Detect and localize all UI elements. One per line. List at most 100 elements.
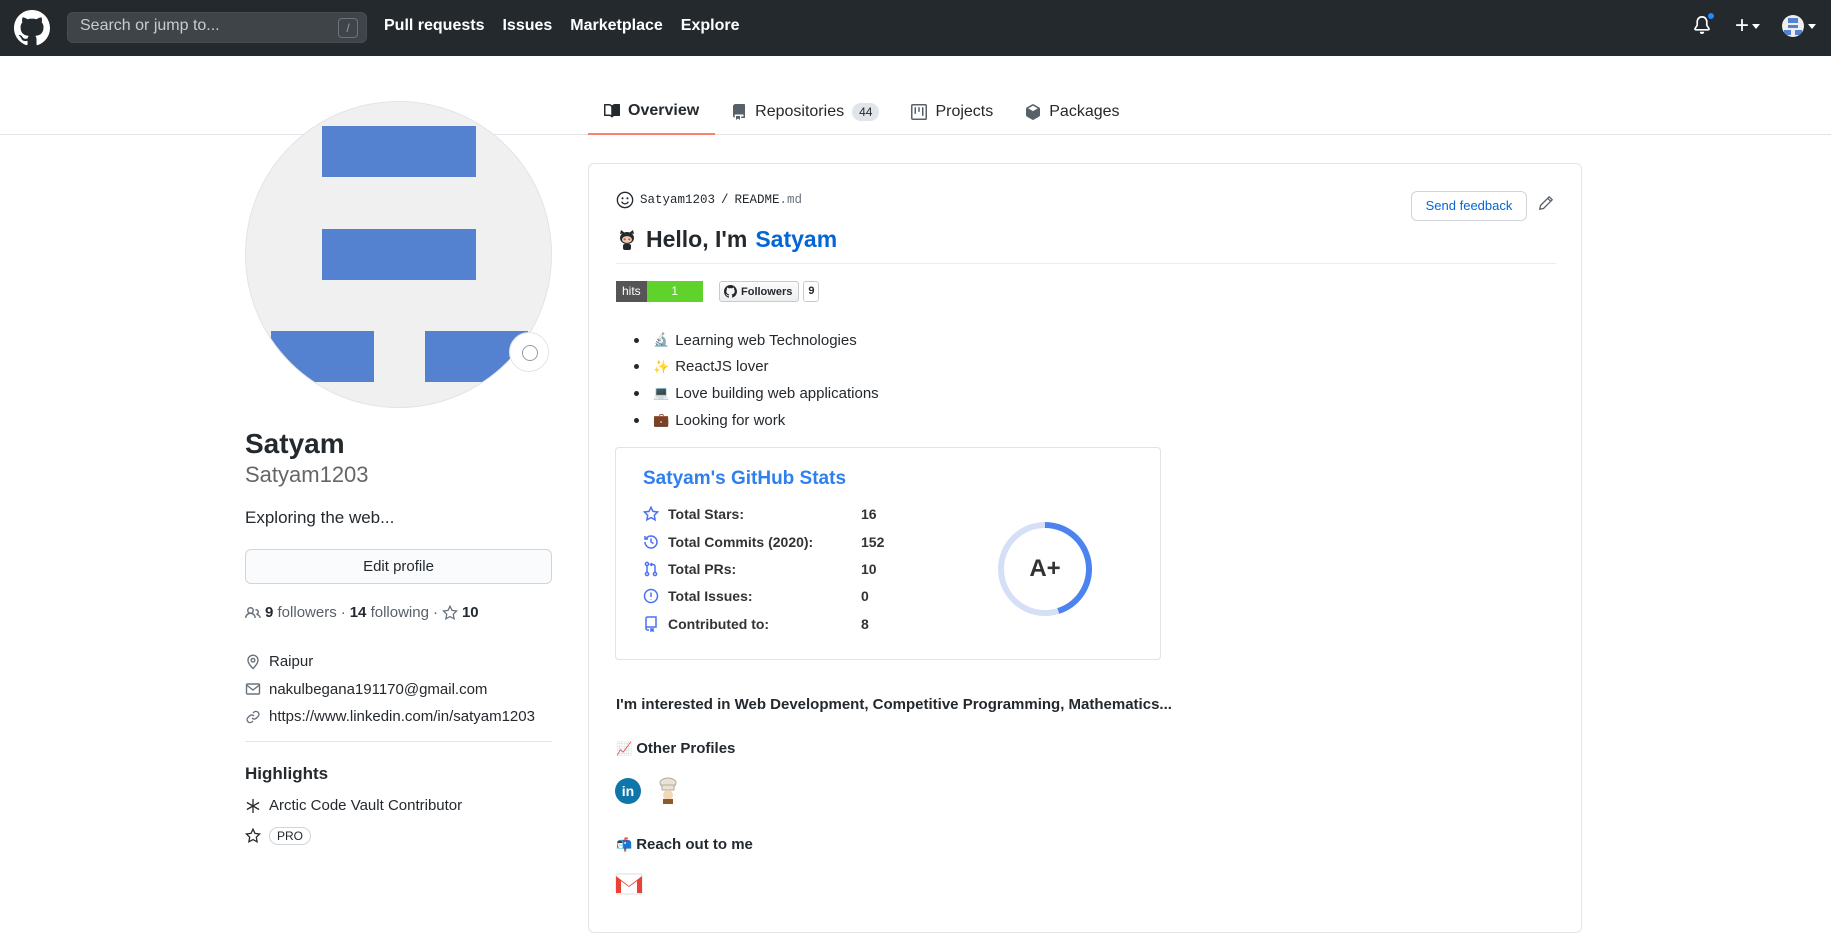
profile-tabs: Overview Repositories 44 Projects Packag…	[588, 88, 1136, 135]
search-placeholder: Search or jump to...	[80, 17, 220, 34]
search-shortcut-key: /	[338, 18, 358, 38]
highlight-pro[interactable]: PRO	[245, 827, 312, 845]
tab-overview[interactable]: Overview	[588, 88, 716, 135]
stat-value: 10	[861, 561, 877, 577]
readme-path-file[interactable]: README.md	[735, 193, 803, 207]
hits-badge[interactable]: hits 1	[616, 281, 703, 302]
reach-out-heading: 📬 Reach out to me	[616, 836, 753, 853]
separator-dot: ·	[432, 604, 438, 621]
github-logo-icon[interactable]	[14, 10, 50, 46]
list-item-text: Looking for work	[675, 411, 786, 429]
stat-value: 8	[861, 616, 869, 632]
other-profiles-label: Other Profiles	[636, 740, 736, 757]
top-nav-bar: Search or jump to... / Pull requests Iss…	[0, 0, 1831, 56]
website-link[interactable]: https://www.linkedin.com/in/satyam1203	[269, 708, 535, 725]
separator-dot: ·	[340, 604, 346, 621]
avatar-block	[271, 331, 374, 382]
hits-badge-label: hits	[616, 281, 647, 302]
notifications-bell-icon[interactable]	[1693, 11, 1716, 37]
list-item: 💼 Looking for work	[634, 407, 879, 434]
readme-path-separator: /	[721, 193, 729, 207]
avatar	[1782, 15, 1804, 37]
stat-value: 16	[861, 506, 877, 522]
pro-badge: PRO	[269, 827, 312, 845]
list-item: 💻 Love building web applications	[634, 380, 879, 407]
email-row: nakulbegana191170@gmail.com	[245, 676, 535, 704]
profile-full-name: Satyam	[245, 428, 345, 459]
github-logo-icon	[724, 285, 737, 298]
heading-name-link[interactable]: Satyam	[755, 226, 837, 253]
list-item-text: Love building web applications	[675, 384, 879, 402]
stat-label: Total Issues:	[668, 588, 753, 604]
sidebar-divider	[245, 741, 552, 742]
stats-card-title: Satyam's GitHub Stats	[643, 468, 847, 489]
project-icon	[911, 103, 928, 120]
email-link[interactable]: nakulbegana191170@gmail.com	[269, 681, 487, 698]
user-menu-dropdown[interactable]	[1782, 15, 1816, 37]
nav-marketplace[interactable]: Marketplace	[570, 17, 663, 35]
followers-badge-count: 9	[803, 281, 820, 302]
mailbox-icon: 📬	[616, 836, 633, 852]
tab-repositories[interactable]: Repositories 44	[715, 88, 895, 135]
stars-link[interactable]: 10	[441, 604, 479, 621]
octocat-icon	[620, 229, 634, 250]
list-item: ✨ ReactJS lover	[634, 354, 879, 381]
edit-profile-button[interactable]: Edit profile	[245, 549, 552, 584]
people-icon	[245, 606, 261, 618]
highlight-arctic-vault[interactable]: Arctic Code Vault Contributor	[245, 797, 462, 814]
microscope-icon: 🔬	[653, 332, 670, 348]
nav-explore[interactable]: Explore	[681, 17, 740, 35]
follow-stats: 9 followers · 14 following · 10	[245, 604, 479, 621]
nav-issues[interactable]: Issues	[502, 17, 552, 35]
plus-icon: +	[1734, 12, 1749, 39]
tab-repositories-label: Repositories	[755, 102, 845, 120]
laptop-icon: 💻	[653, 385, 670, 401]
followers-count: 9	[265, 604, 274, 621]
star-icon	[245, 828, 261, 844]
history-icon	[644, 535, 658, 549]
followers-link[interactable]: 9 followers	[265, 604, 337, 621]
set-status-button[interactable]	[509, 332, 549, 372]
tab-projects[interactable]: Projects	[895, 88, 1009, 135]
codechef-icon[interactable]	[656, 776, 680, 804]
profile-details: Raipur nakulbegana191170@gmail.com https…	[245, 648, 535, 731]
create-new-dropdown[interactable]: +	[1735, 14, 1760, 38]
star-icon	[643, 506, 659, 522]
highlight-arctic-label: Arctic Code Vault Contributor	[269, 797, 463, 814]
stat-label: Total Stars:	[668, 506, 744, 522]
interests-text: I'm interested in Web Development, Compe…	[616, 696, 1172, 713]
link-icon	[246, 710, 260, 724]
followers-badge-label: Followers	[741, 285, 793, 298]
profile-bio: Exploring the web...	[245, 508, 395, 527]
chevron-down-icon	[1752, 23, 1760, 29]
stat-value: 152	[861, 534, 885, 550]
highlights-heading: Highlights	[245, 764, 329, 783]
avatar-block	[322, 229, 476, 280]
pencil-icon[interactable]	[1538, 195, 1554, 211]
book-icon	[604, 103, 620, 117]
repo-icon	[645, 616, 657, 632]
linkedin-icon[interactable]: in	[615, 778, 641, 804]
followers-badge[interactable]: Followers 9	[719, 281, 820, 302]
list-item-text: Learning web Technologies	[675, 331, 857, 349]
tab-projects-label: Projects	[935, 102, 994, 120]
heading-prefix: Hello, I'm	[646, 226, 748, 252]
rank-grade: A+	[1029, 555, 1061, 582]
followers-label: followers	[277, 604, 337, 621]
github-stats-card[interactable]: Satyam's GitHub Stats Total Stars: 16 To…	[615, 447, 1161, 660]
stat-row-prs: Total PRs: 10	[643, 561, 877, 577]
reach-out-label: Reach out to me	[636, 836, 753, 853]
following-label: following	[370, 604, 429, 621]
search-input[interactable]: Search or jump to... /	[67, 12, 367, 43]
tab-overview-label: Overview	[628, 101, 700, 119]
gmail-icon[interactable]	[615, 873, 643, 895]
stars-count: 10	[461, 604, 479, 621]
chevron-down-icon	[1808, 23, 1816, 29]
nav-pull-requests[interactable]: Pull requests	[384, 17, 484, 35]
readme-path-user[interactable]: Satyam1203	[640, 193, 715, 207]
following-link[interactable]: 14 following	[350, 604, 429, 621]
tab-packages[interactable]: Packages	[1009, 88, 1135, 135]
profile-avatar[interactable]	[245, 101, 552, 408]
following-count: 14	[349, 604, 367, 621]
send-feedback-button[interactable]: Send feedback	[1411, 191, 1527, 221]
